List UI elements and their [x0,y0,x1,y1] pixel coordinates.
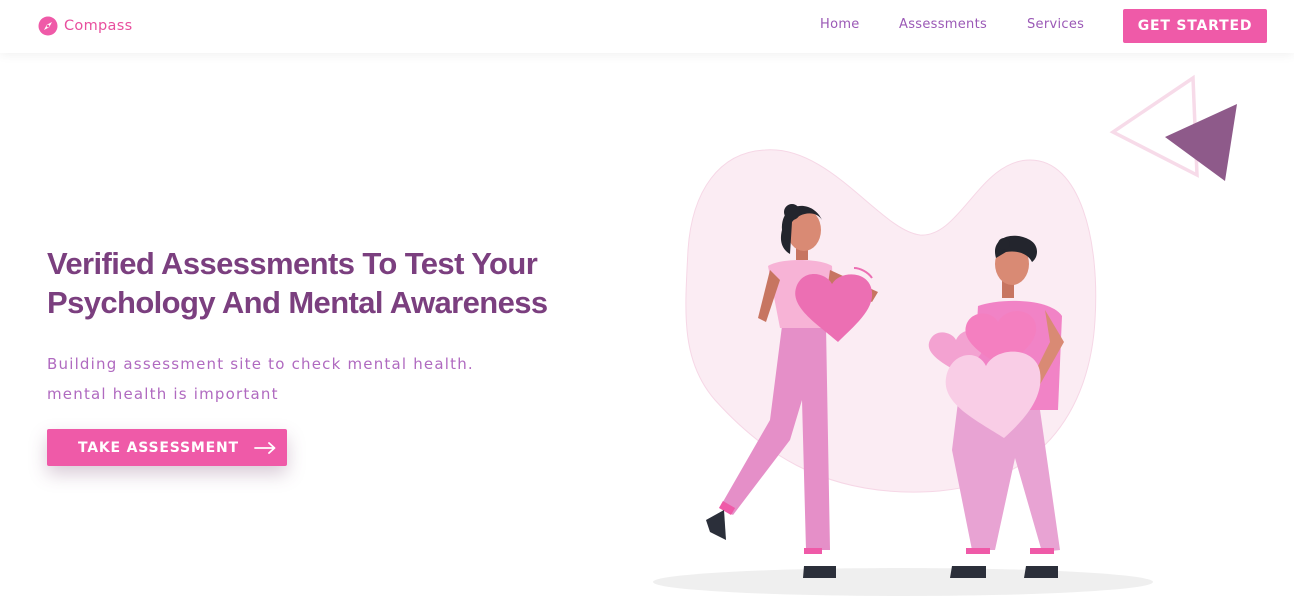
hero-subtitle-line-2: mental health is important [47,385,279,403]
navbar: Compass Home Assessments Services GET ST… [0,0,1294,53]
logo-text: Compass [64,18,133,34]
hero-title: Verified Assessments To Test Your Psycho… [47,244,567,322]
logo-link[interactable]: Compass [38,16,132,36]
triangle-solid-icon [1165,104,1237,181]
arrow-right-icon [253,441,276,454]
nav-link-home[interactable]: Home [820,17,860,32]
hero-illustration [653,74,1237,596]
hero-subtitle-line-1: Building assessment site to check mental… [47,355,474,373]
hero-title-line-1: Verified Assessments To Test Your [47,246,538,281]
hero-title-line-2: Psychology And Mental Awareness [47,285,548,320]
get-started-button[interactable]: GET STARTED [1123,9,1267,43]
compass-icon [38,16,58,36]
triangle-outline-icon [1109,74,1199,178]
nav-link-assessments[interactable]: Assessments [899,17,987,32]
take-assessment-button[interactable]: TAKE ASSESSMENT [47,429,287,466]
nav-link-services[interactable]: Services [1027,17,1084,32]
ground-shadow [653,568,1153,596]
take-assessment-label: TAKE ASSESSMENT [78,439,239,456]
hero-subtitle: Building assessment site to check mental… [47,349,527,409]
